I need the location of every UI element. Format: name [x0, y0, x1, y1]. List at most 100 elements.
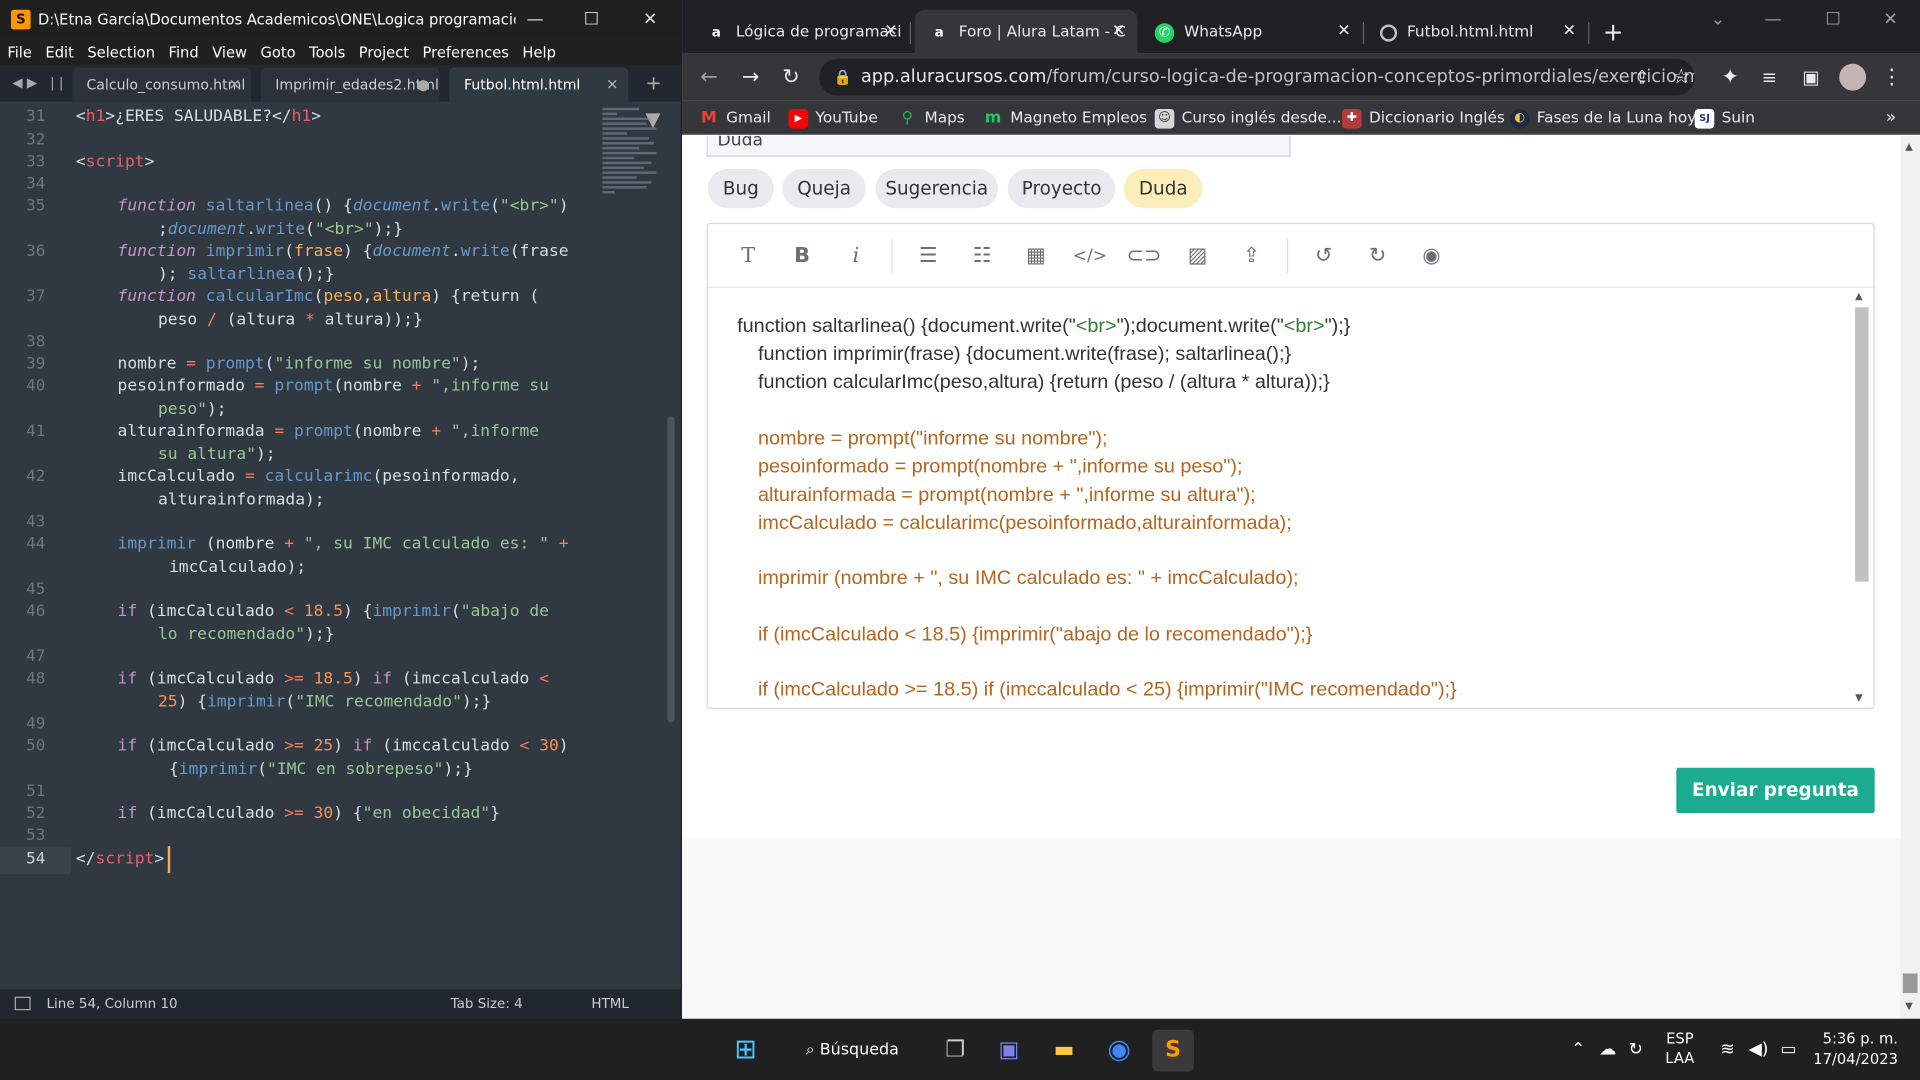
link-icon[interactable]: ⊂⊃: [1127, 239, 1162, 273]
minimap[interactable]: [602, 105, 663, 289]
upload-image-icon[interactable]: ⇪: [1234, 239, 1268, 273]
editor-scrollbar[interactable]: [667, 416, 675, 723]
ordered-list-icon[interactable]: ☰: [911, 239, 945, 273]
syntax-mode[interactable]: HTML: [591, 989, 629, 1018]
teams-chat-icon[interactable]: ▣: [988, 1030, 1030, 1072]
sublime-text-icon[interactable]: S: [1152, 1029, 1194, 1072]
unsaved-dot-icon[interactable]: ●: [417, 67, 430, 101]
maximize-button[interactable]: ☐: [1805, 0, 1861, 39]
bookmark-maps[interactable]: ⚲ Maps: [898, 100, 965, 134]
windows-start-icon[interactable]: ⊞: [725, 1030, 767, 1072]
menu-project[interactable]: Project: [359, 43, 409, 60]
reload-icon[interactable]: ↻: [774, 54, 808, 101]
image-icon[interactable]: ▨: [1180, 239, 1214, 273]
browser-tab-futbol[interactable]: Futbol.html.html ✕: [1365, 10, 1590, 54]
browser-tab-whatsapp[interactable]: ✆ WhatsApp ✕: [1140, 10, 1365, 54]
editor-text-area[interactable]: function saltarlinea() {document.write("…: [708, 288, 1874, 708]
side-panel-icon[interactable]: ▣: [1794, 54, 1828, 101]
bold-icon[interactable]: B: [785, 239, 819, 273]
bookmark-diccionario[interactable]: ✚ Diccionario Inglés: [1342, 100, 1505, 134]
preview-eye-icon[interactable]: ◉: [1414, 239, 1448, 273]
new-tab-button[interactable]: +: [1603, 17, 1624, 46]
close-tab-icon[interactable]: ✕: [229, 67, 241, 101]
close-button[interactable]: ✕: [1862, 0, 1918, 39]
minimize-button[interactable]: —: [507, 0, 563, 39]
chip-proyecto[interactable]: Proyecto: [1007, 168, 1116, 209]
forward-icon[interactable]: →: [733, 54, 767, 101]
scroll-down-icon[interactable]: ▼: [1855, 692, 1863, 703]
undo-icon[interactable]: ↺: [1307, 239, 1341, 273]
unordered-list-icon[interactable]: ☷: [965, 239, 999, 273]
bookmark-youtube[interactable]: ▶ YouTube: [788, 100, 878, 134]
bookmark-star-icon[interactable]: ☆: [1664, 54, 1698, 101]
close-tab-icon[interactable]: ✕: [1563, 10, 1576, 54]
share-icon[interactable]: ⇪: [1625, 54, 1659, 101]
close-button[interactable]: ✕: [622, 0, 678, 39]
minimize-button[interactable]: —: [1745, 0, 1801, 39]
close-tab-icon[interactable]: ✕: [1112, 10, 1125, 54]
battery-icon[interactable]: ▭: [1780, 1019, 1796, 1080]
bookmark-suin[interactable]: SJ Suin: [1694, 100, 1755, 134]
lock-icon[interactable]: 🔒: [834, 59, 852, 96]
scroll-up-icon[interactable]: ▲: [1905, 141, 1913, 152]
address-bar[interactable]: 🔒 app.aluracursos.com/forum/curso-logica-…: [819, 58, 1695, 96]
italic-icon[interactable]: i: [839, 239, 873, 273]
close-tab-icon[interactable]: ✕: [606, 67, 618, 101]
chrome-icon[interactable]: ◉: [1098, 1030, 1140, 1072]
chip-duda-selected[interactable]: Duda: [1124, 168, 1203, 209]
menu-preferences[interactable]: Preferences: [423, 43, 509, 60]
bookmark-curso-ingles[interactable]: ☺ Curso inglés desde...: [1154, 100, 1342, 134]
table-icon[interactable]: ▦: [1019, 239, 1053, 273]
profile-avatar[interactable]: [1836, 54, 1870, 101]
menu-help[interactable]: Help: [522, 43, 556, 60]
tab-futbol[interactable]: Futbol.html.html ✕: [449, 67, 629, 102]
chip-bug[interactable]: Bug: [707, 168, 774, 209]
scroll-down-icon[interactable]: ▼: [1905, 1000, 1913, 1011]
browser-tab-logica[interactable]: a Lógica de programaci ✕: [692, 10, 912, 54]
menu-find[interactable]: Find: [169, 43, 199, 60]
back-icon[interactable]: ←: [692, 54, 726, 101]
sync-icon[interactable]: ↻: [1629, 1019, 1643, 1080]
media-control-icon[interactable]: ≡: [1752, 54, 1786, 101]
close-tab-icon[interactable]: ✕: [1337, 10, 1350, 54]
page-scrollbar[interactable]: ▲ ▼: [1900, 135, 1920, 1019]
browser-tab-foro[interactable]: a Foro | Alura Latam - C ✕: [914, 9, 1138, 54]
bookmark-magneto[interactable]: m Magneto Empleos: [983, 100, 1147, 134]
tab-nav-arrows-icon[interactable]: ◀ ▶ | |: [0, 65, 72, 102]
maximize-button[interactable]: ☐: [563, 0, 619, 39]
panel-toggle-icon[interactable]: [14, 996, 31, 1011]
close-tab-icon[interactable]: ✕: [884, 10, 897, 54]
tab-imprimir-edades2[interactable]: Imprimir_edades2.html ●: [260, 67, 440, 102]
menu-selection[interactable]: Selection: [87, 43, 155, 60]
tab-calculo-consumo[interactable]: Calculo_consumo.html ✕: [71, 67, 251, 102]
wifi-icon[interactable]: ≋: [1720, 1019, 1734, 1080]
onedrive-cloud-icon[interactable]: ☁: [1599, 1019, 1616, 1080]
chip-sugerencia[interactable]: Sugerencia: [875, 168, 998, 209]
menu-kebab-icon[interactable]: ⋮: [1875, 54, 1909, 101]
scroll-up-icon[interactable]: ▲: [1855, 290, 1863, 301]
tab-search-icon[interactable]: ⌄: [1690, 0, 1746, 39]
category-select-field[interactable]: Duda: [706, 135, 1291, 157]
menu-goto[interactable]: Goto: [260, 43, 295, 60]
file-explorer-icon[interactable]: ▬: [1043, 1030, 1085, 1072]
tray-chevron-icon[interactable]: ⌃: [1571, 1019, 1585, 1080]
chip-queja[interactable]: Queja: [782, 168, 866, 209]
bookmark-gmail[interactable]: M Gmail: [699, 100, 771, 134]
menu-file[interactable]: File: [7, 43, 32, 60]
editor-scrollbar[interactable]: ▲ ▼: [1854, 290, 1869, 706]
text-style-icon[interactable]: T: [731, 239, 765, 273]
input-language[interactable]: ESP LAA: [1665, 1029, 1694, 1068]
menu-tools[interactable]: Tools: [309, 43, 345, 60]
volume-icon[interactable]: ◀): [1749, 1019, 1769, 1080]
send-question-button[interactable]: Enviar pregunta: [1676, 767, 1875, 814]
tab-size[interactable]: Tab Size: 4: [451, 989, 523, 1018]
bookmarks-overflow-icon[interactable]: »: [1886, 100, 1897, 134]
extensions-icon[interactable]: ✦: [1713, 54, 1747, 101]
task-view-icon[interactable]: ❐: [934, 1030, 976, 1072]
bookmark-fases-luna[interactable]: ◐ Fases de la Luna hoy: [1509, 100, 1696, 134]
code-icon[interactable]: </>: [1073, 239, 1108, 273]
redo-icon[interactable]: ↻: [1360, 239, 1394, 273]
new-tab-icon[interactable]: + ▼: [645, 65, 682, 131]
taskbar-clock[interactable]: 5:36 p. m. 17/04/2023: [1812, 1029, 1898, 1071]
taskbar-search[interactable]: ⌕ Búsqueda: [793, 1030, 909, 1072]
